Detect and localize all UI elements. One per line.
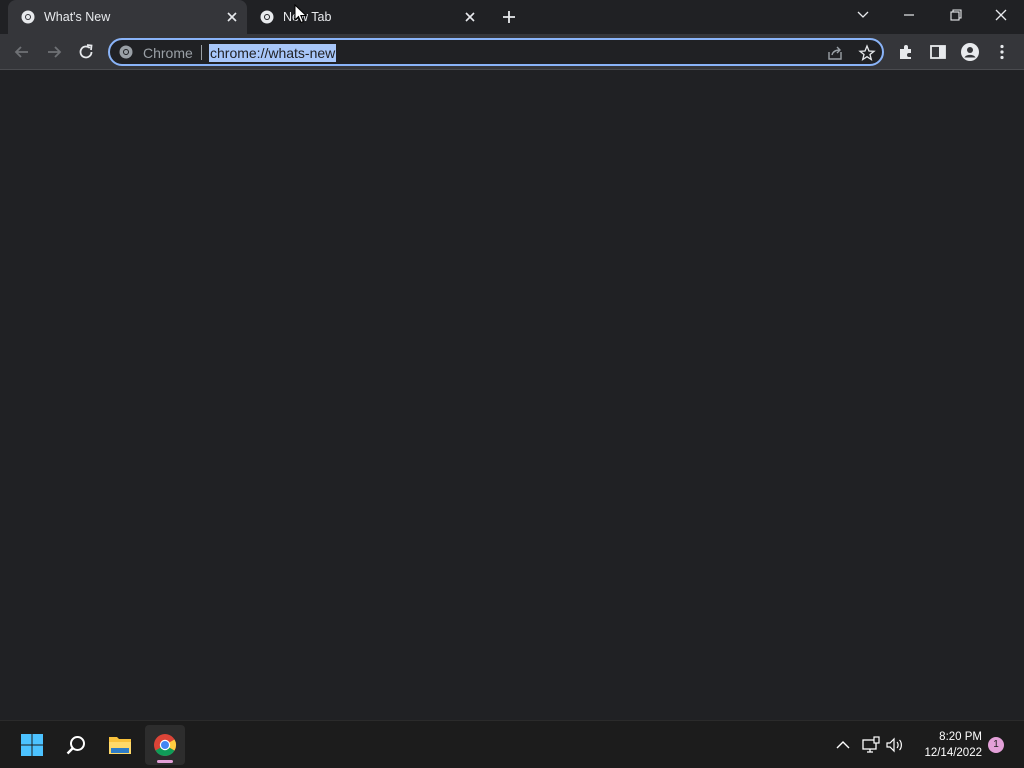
share-icon[interactable]: [826, 44, 844, 62]
start-button[interactable]: [12, 725, 52, 765]
search-icon: [66, 736, 85, 755]
chrome-icon: [154, 734, 176, 756]
network-icon[interactable]: [861, 735, 881, 755]
volume-icon[interactable]: [885, 735, 905, 755]
windows-start-icon: [21, 734, 43, 756]
chrome-favicon-icon: [260, 10, 274, 24]
omnibox-chip: Chrome: [143, 45, 193, 61]
forward-icon[interactable]: [44, 42, 64, 62]
profile-icon[interactable]: [960, 42, 980, 62]
back-icon[interactable]: [12, 42, 32, 62]
tab-title: What's New: [44, 10, 111, 24]
minimize-icon[interactable]: [895, 4, 923, 26]
reload-icon[interactable]: [76, 42, 96, 62]
window-close-icon[interactable]: [987, 4, 1015, 26]
clock[interactable]: 8:20 PM 12/14/2022: [914, 729, 982, 761]
star-icon[interactable]: [858, 44, 876, 62]
menu-icon[interactable]: [992, 42, 1012, 62]
tab-new-tab[interactable]: New Tab: [247, 0, 485, 34]
chrome-favicon-icon: [119, 45, 133, 59]
close-icon[interactable]: [224, 9, 240, 25]
chrome-taskbar-button[interactable]: [145, 725, 185, 765]
page-content: [0, 71, 1024, 720]
search-button[interactable]: [56, 725, 96, 765]
plus-icon[interactable]: [500, 8, 518, 26]
file-explorer-icon: [109, 737, 131, 754]
tab-strip: What's New New Tab: [0, 0, 1024, 34]
close-icon[interactable]: [462, 9, 478, 25]
side-panel-icon[interactable]: [928, 42, 948, 62]
mouse-cursor-icon: [294, 4, 308, 24]
address-bar[interactable]: Chrome chrome://whats-new: [108, 38, 884, 66]
file-explorer-button[interactable]: [100, 725, 140, 765]
toolbar: Chrome chrome://whats-new: [0, 34, 1024, 70]
clock-time: 8:20 PM: [939, 731, 982, 743]
active-app-indicator: [157, 760, 173, 763]
chrome-favicon-icon: [21, 10, 35, 24]
notification-badge[interactable]: 1: [988, 737, 1004, 753]
chevron-down-icon[interactable]: [849, 4, 877, 26]
clock-date: 12/14/2022: [924, 747, 982, 759]
chevron-up-icon[interactable]: [833, 735, 853, 755]
tab-whats-new[interactable]: What's New: [8, 0, 247, 34]
taskbar: 8:20 PM 12/14/2022 1: [0, 720, 1024, 768]
restore-icon[interactable]: [941, 4, 969, 26]
url-text-selected[interactable]: chrome://whats-new: [209, 44, 337, 62]
omnibox-divider: [201, 45, 202, 60]
extensions-icon[interactable]: [896, 42, 916, 62]
